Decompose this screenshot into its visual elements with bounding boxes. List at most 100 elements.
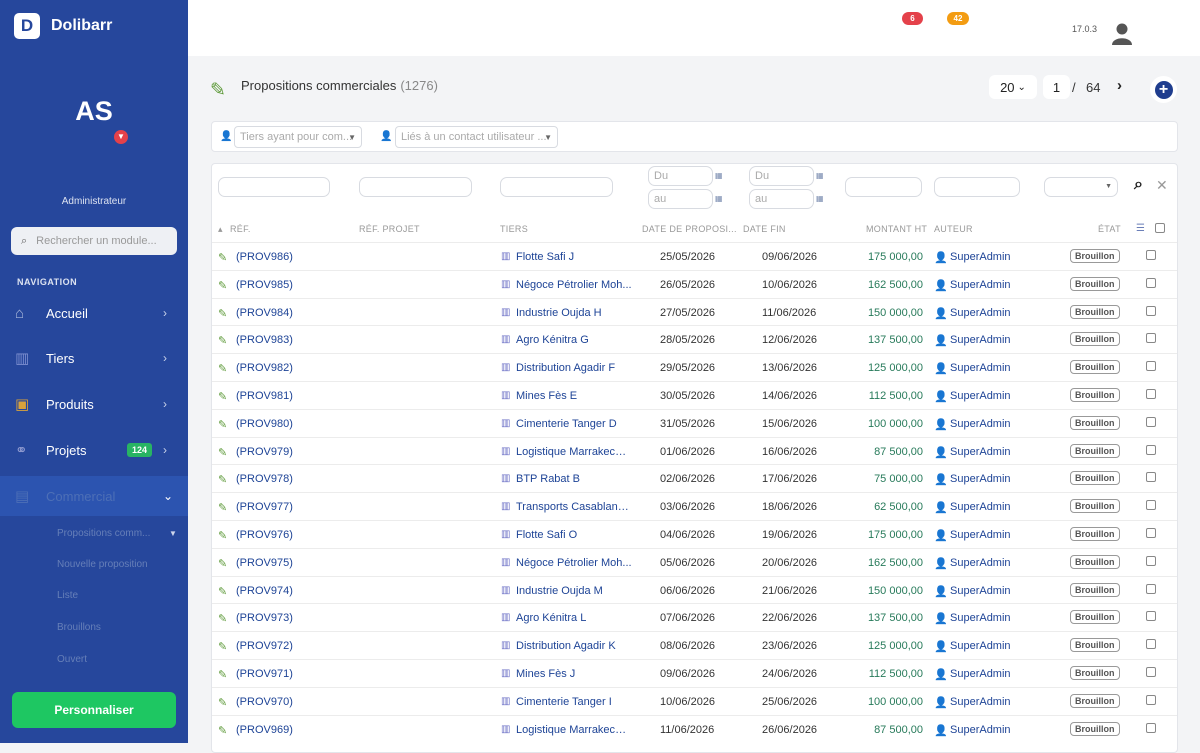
sidebar-item-projets[interactable]: ⚭ Projets 124 › xyxy=(0,430,188,470)
author-link[interactable]: SuperAdmin xyxy=(950,529,1011,541)
col-tiers[interactable]: TIERS xyxy=(500,224,528,234)
tiers-link[interactable]: Logistique Marrakech H xyxy=(516,724,632,736)
row-checkbox[interactable] xyxy=(1146,472,1156,483)
sidebar-item-commercial[interactable]: ▤ Commercial ⌄ xyxy=(0,476,188,516)
ref-link[interactable]: (PROV980) xyxy=(236,418,293,430)
sidebar-item-accueil[interactable]: ⌂ Accueil › xyxy=(0,293,188,333)
user-menu-caret-icon[interactable]: ▼ xyxy=(114,130,128,144)
ref-link[interactable]: (PROV985) xyxy=(236,279,293,291)
row-checkbox[interactable] xyxy=(1146,667,1156,677)
author-link[interactable]: SuperAdmin xyxy=(950,557,1011,569)
ref-link[interactable]: (PROV984) xyxy=(236,307,293,319)
tiers-link[interactable]: Cimenterie Tanger I xyxy=(516,696,632,708)
tiers-link[interactable]: Distribution Agadir K xyxy=(516,640,632,652)
ref-link[interactable]: (PROV971) xyxy=(236,668,293,680)
row-checkbox[interactable] xyxy=(1146,305,1156,316)
ref-link[interactable]: (PROV986) xyxy=(236,251,293,263)
tiers-link[interactable]: Flotte Safi O xyxy=(516,529,632,541)
auteur-filter-input[interactable] xyxy=(934,177,1020,197)
author-link[interactable]: SuperAdmin xyxy=(950,362,1011,374)
sidebar-item-tiers[interactable]: ▥ Tiers › xyxy=(0,338,188,378)
ref-link[interactable]: (PROV975) xyxy=(236,557,293,569)
row-checkbox[interactable] xyxy=(1146,583,1156,594)
col-montant[interactable]: MONTANT HT xyxy=(866,224,927,234)
row-checkbox[interactable] xyxy=(1146,444,1156,455)
author-link[interactable]: SuperAdmin xyxy=(950,307,1011,319)
tiers-link[interactable]: Logistique Marrakech C xyxy=(516,446,632,458)
ref-link[interactable]: (PROV977) xyxy=(236,501,293,513)
author-link[interactable]: SuperAdmin xyxy=(950,724,1011,736)
author-link[interactable]: SuperAdmin xyxy=(950,446,1011,458)
row-checkbox[interactable] xyxy=(1146,500,1156,511)
total-pages[interactable]: 64 xyxy=(1086,80,1100,95)
subnav-brouillons[interactable]: Brouillons xyxy=(57,622,101,633)
col-ref[interactable]: RÉF. xyxy=(230,224,251,234)
tiers-link[interactable]: Distribution Agadir F xyxy=(516,362,632,374)
contact-filter-select[interactable]: Liés à un contact utilisateur ... ▼ xyxy=(395,126,558,148)
author-link[interactable]: SuperAdmin xyxy=(950,640,1011,652)
sidebar-item-produits[interactable]: ▣ Produits › xyxy=(0,384,188,424)
sort-up-icon[interactable]: ▴ xyxy=(218,224,223,235)
ref-link[interactable]: (PROV981) xyxy=(236,390,293,402)
datefin-to-input[interactable]: au xyxy=(749,189,814,209)
calendar-icon[interactable]: ▦ xyxy=(715,171,723,180)
ref-link[interactable]: (PROV979) xyxy=(236,446,293,458)
ref-link[interactable]: (PROV976) xyxy=(236,529,293,541)
user-initials[interactable]: AS xyxy=(0,96,188,127)
row-checkbox[interactable] xyxy=(1146,722,1156,733)
customize-button[interactable]: Personnaliser xyxy=(12,692,176,728)
search-icon[interactable]: ⌕ xyxy=(1134,176,1143,194)
etat-filter-select[interactable]: ▼ xyxy=(1044,177,1118,197)
tiers-link[interactable]: Mines Fès J xyxy=(516,668,632,680)
col-etat[interactable]: ÉTAT xyxy=(1098,224,1121,234)
tiers-link[interactable]: Négoce Pétrolier Moh... xyxy=(516,279,632,291)
row-checkbox[interactable] xyxy=(1146,361,1156,372)
tiers-link[interactable]: Agro Kénitra L xyxy=(516,612,632,624)
ref-link[interactable]: (PROV970) xyxy=(236,696,293,708)
author-link[interactable]: SuperAdmin xyxy=(950,585,1011,597)
ref-link[interactable]: (PROV978) xyxy=(236,473,293,485)
montant-filter-input[interactable] xyxy=(845,177,922,197)
author-link[interactable]: SuperAdmin xyxy=(950,251,1011,263)
datefin-from-input[interactable]: Du xyxy=(749,166,814,186)
col-ref-projet[interactable]: RÉF. PROJET xyxy=(359,224,420,234)
subnav-liste[interactable]: Liste xyxy=(57,590,78,601)
ref-link[interactable]: (PROV973) xyxy=(236,612,293,624)
ref-link[interactable]: (PROV983) xyxy=(236,334,293,346)
author-link[interactable]: SuperAdmin xyxy=(950,279,1011,291)
ref-link[interactable]: (PROV969) xyxy=(236,724,293,736)
calendar-icon[interactable]: ▦ xyxy=(715,194,723,203)
row-checkbox[interactable] xyxy=(1146,694,1156,705)
row-checkbox[interactable] xyxy=(1146,555,1156,566)
author-link[interactable]: SuperAdmin xyxy=(950,334,1011,346)
date-to-input[interactable]: au xyxy=(648,189,713,209)
col-date-fin[interactable]: DATE FIN xyxy=(743,224,786,234)
tiers-link[interactable]: BTP Rabat B xyxy=(516,473,632,485)
row-checkbox[interactable] xyxy=(1146,277,1156,288)
notification-badge-orange[interactable]: 42 xyxy=(947,12,969,25)
author-link[interactable]: SuperAdmin xyxy=(950,473,1011,485)
row-checkbox[interactable] xyxy=(1146,416,1156,427)
calendar-icon[interactable]: ▦ xyxy=(816,171,824,180)
tiers-link[interactable]: Agro Kénitra G xyxy=(516,334,632,346)
subnav-propositions[interactable]: Propositions comm... xyxy=(57,528,150,539)
author-link[interactable]: SuperAdmin xyxy=(950,501,1011,513)
author-link[interactable]: SuperAdmin xyxy=(950,696,1011,708)
ref-filter-input[interactable] xyxy=(218,177,330,197)
per-page-select[interactable]: 20 ⌄ xyxy=(989,75,1037,99)
author-link[interactable]: SuperAdmin xyxy=(950,668,1011,680)
tiers-link[interactable]: Industrie Oujda H xyxy=(516,307,632,319)
add-proposal-button[interactable]: + xyxy=(1150,76,1177,103)
module-search-input[interactable]: ⌕ Rechercher un module... xyxy=(11,227,177,255)
column-list-icon[interactable]: ☰ xyxy=(1136,223,1145,234)
row-checkbox[interactable] xyxy=(1146,250,1156,260)
ref-link[interactable]: (PROV982) xyxy=(236,362,293,374)
date-from-input[interactable]: Du xyxy=(648,166,713,186)
next-page-icon[interactable]: › xyxy=(1117,77,1122,94)
row-checkbox[interactable] xyxy=(1146,389,1156,399)
tiers-link[interactable]: Négoce Pétrolier Moh... xyxy=(516,557,632,569)
tiers-link[interactable]: Cimenterie Tanger D xyxy=(516,418,632,430)
user-avatar-icon[interactable] xyxy=(1111,21,1133,45)
select-all-checkbox[interactable] xyxy=(1155,223,1165,233)
ref-link[interactable]: (PROV974) xyxy=(236,585,293,597)
